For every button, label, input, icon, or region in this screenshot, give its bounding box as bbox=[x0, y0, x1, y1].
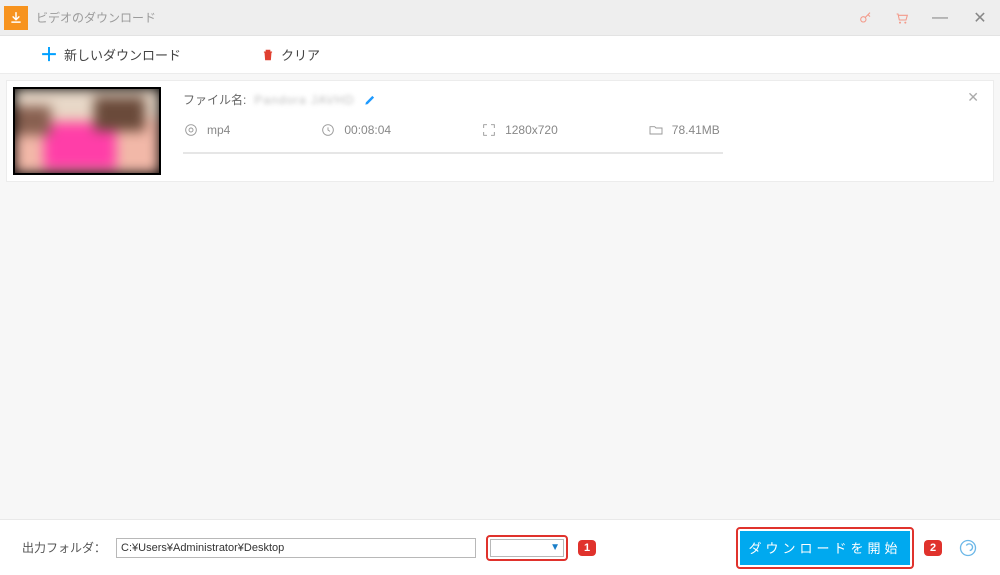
meta-size: 78.41MB bbox=[648, 122, 720, 138]
annotation-box-2: ダウンロードを開始 bbox=[736, 527, 914, 569]
remove-item-button[interactable]: ✕ bbox=[967, 89, 979, 106]
item-list: ファイル名: Pandora JAVHD mp4 00:08:04 1280x7… bbox=[0, 74, 1000, 188]
resolution-icon bbox=[481, 122, 497, 138]
filename-value: Pandora JAVHD bbox=[254, 93, 354, 107]
output-folder-dropdown[interactable]: ▼ bbox=[490, 539, 564, 557]
filename-label: ファイル名: bbox=[183, 91, 246, 108]
app-icon bbox=[4, 6, 28, 30]
edit-filename-icon[interactable] bbox=[363, 93, 377, 107]
step-badge-1: 1 bbox=[578, 540, 596, 556]
folder-icon bbox=[648, 122, 664, 138]
meta-duration: 00:08:04 bbox=[320, 122, 391, 138]
filename-row: ファイル名: Pandora JAVHD bbox=[183, 91, 963, 108]
meta-format: mp4 bbox=[183, 122, 230, 138]
minimize-button[interactable]: — bbox=[930, 9, 950, 27]
key-icon[interactable] bbox=[858, 10, 874, 26]
start-download-button[interactable]: ダウンロードを開始 bbox=[740, 531, 910, 565]
progress-bar bbox=[183, 152, 723, 154]
new-download-button[interactable]: ＋ 新しいダウンロード bbox=[40, 45, 181, 64]
meta-resolution: 1280x720 bbox=[481, 122, 558, 138]
meta-row: mp4 00:08:04 1280x720 78.41MB bbox=[183, 122, 963, 138]
bottom-bar: 出力フォルダ： ▼ 1 ダウンロードを開始 2 bbox=[0, 519, 1000, 575]
toolbar: ＋ 新しいダウンロード クリア bbox=[0, 36, 1000, 74]
video-thumbnail bbox=[13, 87, 161, 175]
resolution-value: 1280x720 bbox=[505, 123, 558, 137]
step-badge-2: 2 bbox=[924, 540, 942, 556]
cart-icon[interactable] bbox=[894, 10, 910, 26]
download-item: ファイル名: Pandora JAVHD mp4 00:08:04 1280x7… bbox=[6, 80, 994, 182]
clear-label: クリア bbox=[281, 45, 320, 64]
start-download-label: ダウンロードを開始 bbox=[748, 538, 901, 557]
close-window-button[interactable]: ✕ bbox=[970, 8, 990, 28]
output-folder-input[interactable] bbox=[116, 538, 476, 558]
format-value: mp4 bbox=[207, 123, 230, 137]
film-icon bbox=[183, 122, 199, 138]
size-value: 78.41MB bbox=[672, 123, 720, 137]
clear-button[interactable]: クリア bbox=[261, 45, 320, 64]
titlebar: ビデオのダウンロード — ✕ bbox=[0, 0, 1000, 36]
window-title: ビデオのダウンロード bbox=[36, 9, 858, 26]
clock-icon bbox=[320, 122, 336, 138]
annotation-box-1: ▼ bbox=[486, 535, 568, 561]
chevron-down-icon: ▼ bbox=[550, 542, 560, 553]
new-download-label: 新しいダウンロード bbox=[64, 45, 181, 64]
plus-icon: ＋ bbox=[40, 46, 58, 64]
overflow-circle-icon[interactable] bbox=[958, 538, 978, 558]
duration-value: 00:08:04 bbox=[344, 123, 391, 137]
item-body: ファイル名: Pandora JAVHD mp4 00:08:04 1280x7… bbox=[161, 87, 983, 175]
title-actions: — ✕ bbox=[858, 8, 996, 28]
trash-icon bbox=[261, 48, 275, 62]
output-folder-label: 出力フォルダ： bbox=[22, 539, 106, 556]
